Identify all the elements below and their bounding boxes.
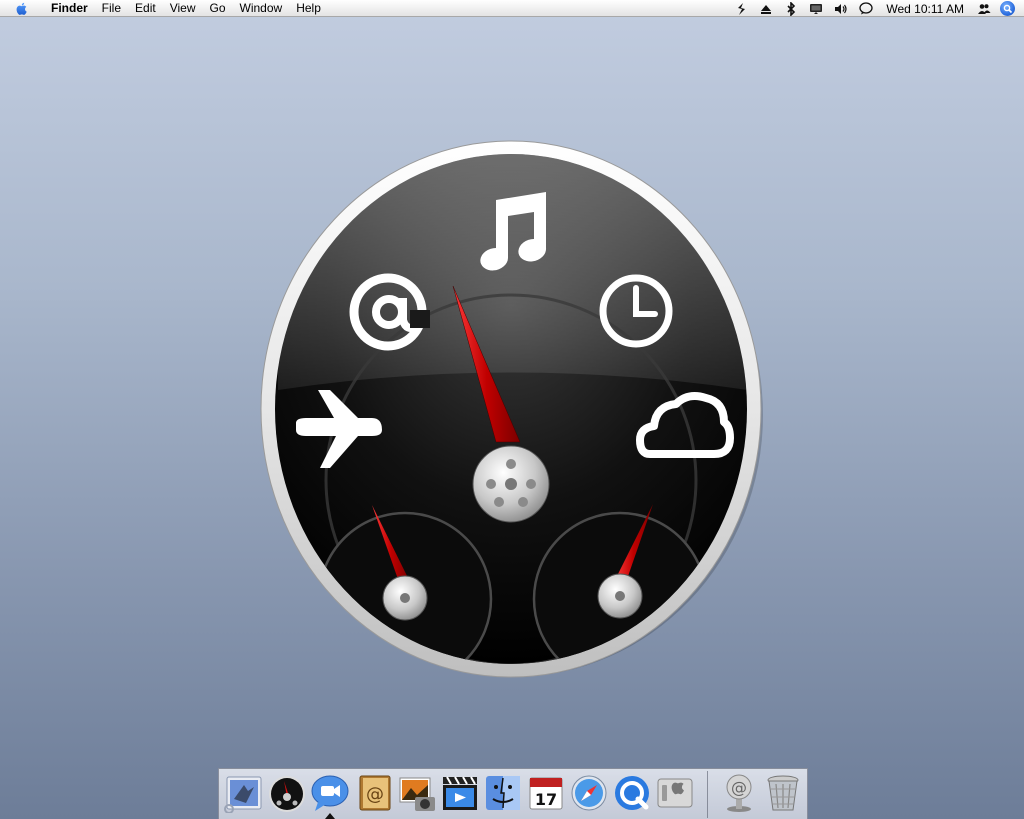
ichat-icon[interactable] bbox=[310, 773, 350, 813]
volume-icon[interactable] bbox=[833, 1, 849, 17]
dock-separator bbox=[707, 771, 708, 818]
spotlight-icon[interactable] bbox=[1000, 1, 1015, 16]
menu-window[interactable]: Window bbox=[240, 0, 283, 17]
safari-icon[interactable] bbox=[569, 773, 609, 813]
running-indicator bbox=[325, 813, 335, 819]
at-folder-icon[interactable]: @ bbox=[719, 773, 759, 813]
left-subdial-hub bbox=[382, 575, 428, 621]
dock: @ 17 @ bbox=[218, 768, 808, 819]
eject-icon[interactable] bbox=[758, 1, 774, 17]
ical-icon[interactable]: 17 bbox=[526, 773, 566, 813]
dashboard-icon[interactable] bbox=[267, 773, 307, 813]
iphoto-icon[interactable] bbox=[397, 773, 437, 813]
main-hub bbox=[472, 445, 550, 523]
address-book-icon[interactable]: @ bbox=[354, 773, 394, 813]
users-icon[interactable] bbox=[976, 1, 992, 17]
menu-finder[interactable]: Finder bbox=[51, 0, 88, 17]
menu-edit[interactable]: Edit bbox=[135, 0, 156, 17]
ical-date-text: 17 bbox=[535, 790, 557, 809]
ichat-icon[interactable] bbox=[858, 1, 874, 17]
menu-bar: Finder File Edit View Go Window Help Wed… bbox=[0, 0, 1024, 17]
menu-file[interactable]: File bbox=[102, 0, 121, 17]
apple-menu-icon[interactable] bbox=[14, 1, 30, 16]
menu-view[interactable]: View bbox=[170, 0, 196, 17]
dashboard-gauge[interactable] bbox=[258, 140, 764, 678]
svg-text:@: @ bbox=[731, 778, 747, 797]
quicktime-icon[interactable] bbox=[612, 773, 652, 813]
gauge-gloss bbox=[278, 154, 747, 390]
imovie-icon[interactable] bbox=[440, 773, 480, 813]
trash-icon[interactable] bbox=[763, 773, 803, 813]
right-subdial-hub bbox=[597, 573, 643, 619]
script-icon[interactable] bbox=[733, 1, 749, 17]
finder-icon[interactable] bbox=[483, 773, 523, 813]
menu-clock[interactable]: Wed 10:11 AM bbox=[886, 2, 964, 16]
system-preferences-icon[interactable] bbox=[655, 773, 695, 813]
status-area: Wed 10:11 AM bbox=[724, 0, 1024, 17]
display-icon[interactable] bbox=[808, 1, 824, 17]
menu-go[interactable]: Go bbox=[210, 0, 226, 17]
menu-help[interactable]: Help bbox=[296, 0, 321, 17]
svg-text:@: @ bbox=[366, 784, 384, 805]
bluetooth-icon[interactable] bbox=[783, 1, 799, 17]
menu-items: Finder File Edit View Go Window Help bbox=[51, 0, 335, 17]
mail-icon[interactable] bbox=[224, 773, 264, 813]
